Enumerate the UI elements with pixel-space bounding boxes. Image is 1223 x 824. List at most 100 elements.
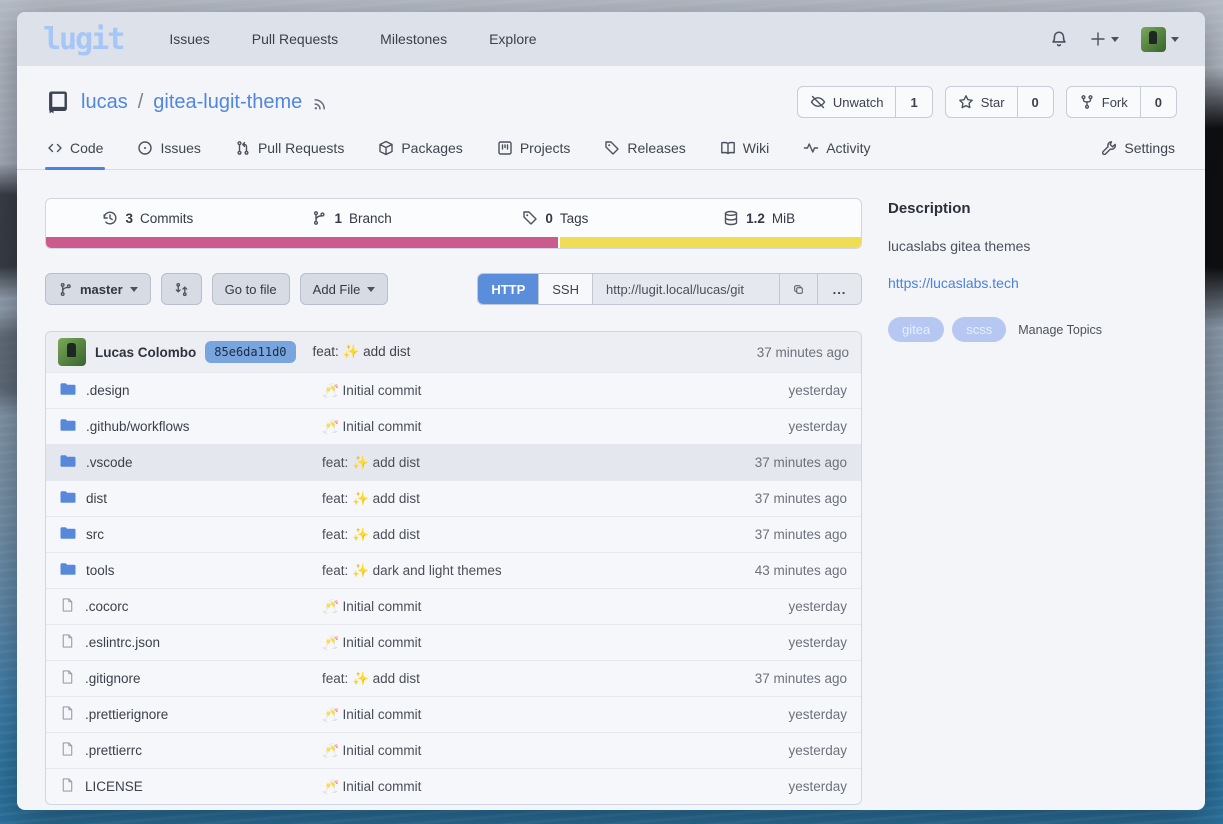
repo-size[interactable]: 1.2MiB [657, 210, 861, 226]
fork-count[interactable]: 0 [1140, 87, 1176, 117]
table-row[interactable]: .cocorc 🥂 Initial commit yesterday [46, 588, 861, 624]
file-commit-message-link[interactable]: 🥂 Initial commit [322, 707, 788, 723]
nav-item-explore[interactable]: Explore [489, 31, 536, 47]
book-icon [720, 140, 736, 156]
user-menu[interactable] [1141, 27, 1179, 52]
language-bar[interactable] [46, 237, 861, 248]
add-file-button[interactable]: Add File [300, 273, 389, 305]
clone-url-field[interactable]: http://lugit.local/lucas/git [592, 274, 779, 304]
website-link[interactable]: https://lucaslabs.tech [888, 275, 1177, 291]
commit-author-avatar[interactable] [58, 338, 86, 366]
go-to-file-button[interactable]: Go to file [212, 273, 290, 305]
file-commit-message-link[interactable]: 🥂 Initial commit [322, 743, 788, 759]
topic-gitea[interactable]: gitea [888, 317, 944, 342]
table-row[interactable]: tools feat: ✨ dark and light themes 43 m… [46, 552, 861, 588]
file-commit-time: 37 minutes ago [755, 455, 847, 470]
file-name-link[interactable]: .prettierignore [85, 707, 168, 722]
file-name-link[interactable]: .design [86, 383, 130, 398]
tags-count[interactable]: 0Tags [454, 210, 658, 226]
commit-message[interactable]: feat: ✨ add dist [313, 344, 411, 360]
table-row[interactable]: .github/workflows 🥂 Initial commit yeste… [46, 408, 861, 444]
file-name-link[interactable]: .prettierrc [85, 743, 142, 758]
table-row[interactable]: .prettierrc 🥂 Initial commit yesterday [46, 732, 861, 768]
file-commit-message-link[interactable]: feat: ✨ add dist [322, 527, 755, 543]
fork-button[interactable]: Fork 0 [1066, 86, 1177, 118]
branches-count[interactable]: 1Branch [250, 210, 454, 226]
clone-ssh-button[interactable]: SSH [538, 274, 592, 304]
copy-url-button[interactable] [779, 274, 817, 304]
star-button[interactable]: Star 0 [945, 86, 1054, 118]
table-row[interactable]: LICENSE 🥂 Initial commit yesterday [46, 768, 861, 804]
file-name-link[interactable]: src [86, 527, 104, 542]
rss-icon[interactable] [312, 94, 329, 111]
file-commit-message-link[interactable]: feat: ✨ add dist [322, 491, 755, 507]
commit-hash-badge[interactable]: 85e6da11d0 [205, 341, 295, 363]
language-segment [560, 237, 861, 248]
folder-icon [60, 489, 76, 508]
file-commit-message-link[interactable]: feat: ✨ add dist [322, 671, 755, 687]
tab-activity[interactable]: Activity [801, 140, 872, 169]
file-commit-time: yesterday [788, 419, 847, 434]
file-commit-time: yesterday [788, 743, 847, 758]
file-name-link[interactable]: .gitignore [85, 671, 141, 686]
file-list: .design 🥂 Initial commit yesterday .gith… [46, 372, 861, 804]
tab-code[interactable]: Code [45, 140, 105, 169]
create-new-button[interactable] [1090, 31, 1119, 47]
commit-author-name[interactable]: Lucas Colombo [95, 345, 196, 360]
file-commit-message-link[interactable]: 🥂 Initial commit [322, 779, 788, 795]
file-commit-message-link[interactable]: 🥂 Initial commit [322, 419, 788, 435]
star-icon [958, 94, 974, 110]
tab-packages[interactable]: Packages [376, 140, 464, 169]
folder-icon [60, 561, 76, 580]
compare-branches-button[interactable] [161, 273, 202, 305]
tab-pull-requests[interactable]: Pull Requests [233, 140, 346, 169]
notifications-bell-icon[interactable] [1050, 30, 1068, 48]
file-name-link[interactable]: .vscode [86, 455, 133, 470]
tab-releases[interactable]: Releases [602, 140, 687, 169]
repo-name-link[interactable]: gitea-lugit-theme [153, 91, 302, 114]
file-name-link[interactable]: .github/workflows [86, 419, 190, 434]
file-name-link[interactable]: .cocorc [85, 599, 129, 614]
table-row[interactable]: .gitignore feat: ✨ add dist 37 minutes a… [46, 660, 861, 696]
topic-scss[interactable]: scss [952, 317, 1006, 342]
nav-item-pull-requests[interactable]: Pull Requests [252, 31, 338, 47]
nav-item-issues[interactable]: Issues [169, 31, 209, 47]
unwatch-button[interactable]: Unwatch 1 [797, 86, 933, 118]
file-commit-message-link[interactable]: 🥂 Initial commit [322, 635, 788, 651]
star-count[interactable]: 0 [1017, 87, 1053, 117]
commits-count[interactable]: 3Commits [46, 210, 250, 226]
file-commit-message-link[interactable]: 🥂 Initial commit [322, 599, 788, 615]
file-commit-time: yesterday [788, 635, 847, 650]
file-name-link[interactable]: dist [86, 491, 107, 506]
manage-topics-button[interactable]: Manage Topics [1018, 323, 1102, 337]
file-name-link[interactable]: LICENSE [85, 779, 143, 794]
table-row[interactable]: .prettierignore 🥂 Initial commit yesterd… [46, 696, 861, 732]
tab-label: Packages [401, 140, 462, 156]
file-name-link[interactable]: .eslintrc.json [85, 635, 160, 650]
nav-item-milestones[interactable]: Milestones [380, 31, 447, 47]
watch-count[interactable]: 1 [895, 87, 931, 117]
file-commit-message-link[interactable]: 🥂 Initial commit [322, 383, 788, 399]
tab-settings[interactable]: Settings [1099, 140, 1177, 169]
branch-selector[interactable]: master [45, 273, 151, 305]
browser-window: lugit Issues Pull Requests Milestones Ex… [17, 12, 1205, 810]
file-name-link[interactable]: tools [86, 563, 115, 578]
tab-projects[interactable]: Projects [495, 140, 573, 169]
code-toolbar: master Go to file Add File HTTP SSH http… [45, 273, 862, 305]
clone-http-button[interactable]: HTTP [478, 274, 538, 304]
tab-issues[interactable]: Issues [135, 140, 202, 169]
table-row[interactable]: .design 🥂 Initial commit yesterday [46, 372, 861, 408]
table-row[interactable]: dist feat: ✨ add dist 37 minutes ago [46, 480, 861, 516]
table-row[interactable]: .vscode feat: ✨ add dist 37 minutes ago [46, 444, 861, 480]
table-row[interactable]: src feat: ✨ add dist 37 minutes ago [46, 516, 861, 552]
user-avatar [1141, 27, 1166, 52]
repo-icon [45, 89, 71, 115]
file-commit-message-link[interactable]: feat: ✨ add dist [322, 455, 755, 471]
tab-wiki[interactable]: Wiki [718, 140, 771, 169]
site-logo[interactable]: lugit [43, 22, 123, 57]
clone-more-button[interactable]: ... [817, 274, 861, 304]
table-row[interactable]: .eslintrc.json 🥂 Initial commit yesterda… [46, 624, 861, 660]
file-commit-message-link[interactable]: feat: ✨ dark and light themes [322, 563, 755, 579]
tab-label: Issues [160, 140, 200, 156]
repo-owner-link[interactable]: lucas [81, 91, 128, 114]
